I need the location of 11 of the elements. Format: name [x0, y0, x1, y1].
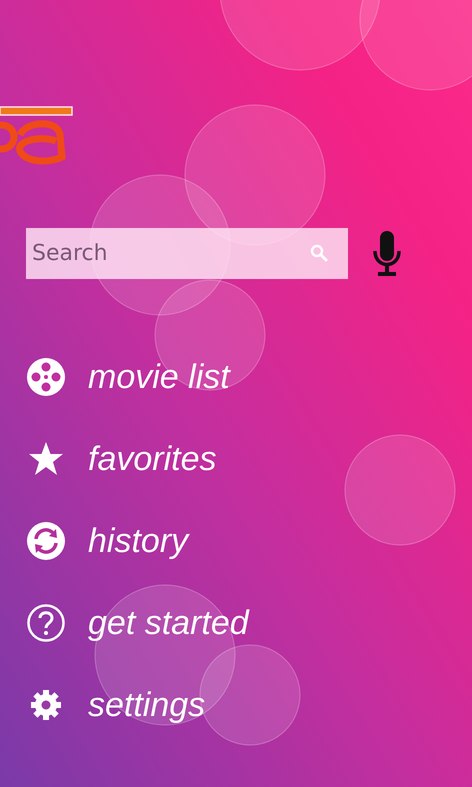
microphone-icon[interactable]: [372, 230, 402, 276]
menu-item[interactable]: get started: [26, 603, 472, 643]
menu-item[interactable]: history: [26, 521, 472, 561]
menu-item[interactable]: movie list: [26, 357, 472, 397]
search-field[interactable]: Search: [26, 228, 348, 279]
help-icon: [26, 603, 66, 643]
film-reel-icon: [26, 357, 66, 397]
menu-item[interactable]: settings: [26, 685, 472, 725]
menu-item[interactable]: favorites: [26, 439, 472, 479]
refresh-icon: [26, 521, 66, 561]
logo-icon: [0, 105, 75, 165]
